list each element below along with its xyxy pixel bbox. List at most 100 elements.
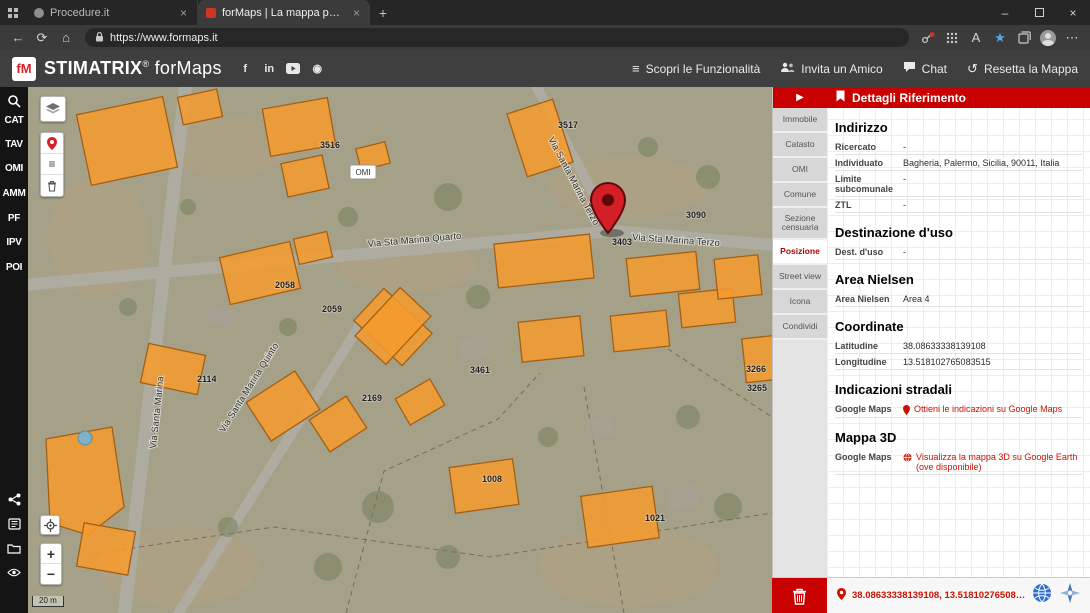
back-icon[interactable]: ← [7,27,29,48]
parcel-label: 3517 [558,120,578,130]
sidebar-item-tav[interactable]: TAV [0,139,28,150]
social-links: f in ◉ [238,61,325,76]
pin-tool-button[interactable] [41,133,63,154]
tab-actions-icon[interactable] [0,7,26,19]
detail-row: Ricercato - [835,139,1082,155]
building-footprint[interactable] [518,316,584,362]
compass-icon[interactable] [1060,583,1080,608]
browser-tab-procedure[interactable]: Procedure.it × [26,0,198,25]
folder-icon[interactable] [0,543,28,554]
window-controls: – × [988,0,1090,25]
parcel-label: 2169 [362,393,382,403]
favorite-star-icon[interactable]: ★ [989,27,1011,48]
sidebar-item-cat[interactable]: CAT [0,115,28,126]
tab-immobile[interactable]: Immobile [773,108,827,133]
browser-toolbar: ← ⟳ ⌂ https://www.formaps.it A ★ ⋯ [0,25,1090,50]
lock-icon [95,31,104,45]
maximize-button[interactable] [1022,0,1056,25]
browser-tab-formaps[interactable]: forMaps | La mappa per navigare × [198,0,370,25]
building-footprint[interactable] [494,234,594,288]
sidebar-item-omi[interactable]: OMI [0,163,28,174]
detail-row: ZTL - [835,197,1082,213]
building-footprint[interactable] [395,379,445,425]
search-icon[interactable] [0,94,28,108]
tab-condividi[interactable]: Condividi [773,315,827,340]
facebook-icon[interactable]: f [238,61,253,76]
sidebar-item-ipv[interactable]: IPV [0,237,28,248]
reset-icon: ↺ [967,61,978,77]
panel-collapse-button[interactable]: ▶ [773,87,827,108]
share-icon[interactable] [0,493,28,506]
tab-omi[interactable]: OMI [773,158,827,183]
sidebar-item-poi[interactable]: POI [0,262,28,273]
list-tool-button[interactable]: ≡ [41,154,63,175]
detail-row: Individuato Bagheria, Palermo, Sicilia, … [835,155,1082,171]
nav-chat[interactable]: Chat [903,61,947,76]
tab-icona[interactable]: Icona [773,290,827,315]
bookmark-icon [836,90,845,105]
delete-marker-button[interactable] [772,578,827,613]
tab-posizione[interactable]: Posizione [773,240,827,265]
building-footprint[interactable] [610,310,669,352]
tab-title: Procedure.it [50,7,172,19]
trash-tool-button[interactable] [41,175,63,196]
tab-sezione-censuaria[interactable]: Sezione censuaria [773,208,827,240]
building-footprint[interactable] [449,459,519,513]
section-title: Indicazioni stradali [835,382,1090,397]
home-icon[interactable]: ⌂ [55,27,77,48]
building-footprint[interactable] [626,251,700,296]
layers-control[interactable] [40,96,66,122]
building-footprint[interactable] [220,242,301,305]
parcel-label: 2058 [275,280,295,290]
sidebar-item-pf[interactable]: PF [0,213,28,224]
nav-scopri-funzionalita[interactable]: ≡ Scopri le Funzionalità [632,61,760,76]
tab-comune[interactable]: Comune [773,183,827,208]
building-footprint[interactable] [281,155,329,197]
sidebar-item-amm[interactable]: AMM [0,188,28,199]
aerial-map: Via Santa Marina Terzo Via Sta Marina Qu… [28,87,772,613]
formaps-logo[interactable]: fM [12,57,36,81]
tab-street-view[interactable]: Street view [773,265,827,290]
read-aloud-icon[interactable]: A [965,27,987,48]
zoom-in-button[interactable]: + [41,544,61,564]
address-bar[interactable]: https://www.formaps.it [85,28,909,47]
directions-link[interactable]: Ottieni le indicazioni su Google Maps [903,404,1062,415]
building-footprint[interactable] [714,255,762,299]
earth-3d-link[interactable]: Visualizza la mappa 3D su Google Earth (… [903,452,1082,472]
blog-circle-icon[interactable]: ◉ [310,61,325,76]
profile-avatar[interactable] [1037,27,1059,48]
eye-icon[interactable] [0,568,28,577]
browser-tab-bar: Procedure.it × forMaps | La mappa per na… [0,0,1090,25]
tab-catasto[interactable]: Catasto [773,133,827,158]
locate-control[interactable] [40,515,60,535]
zoom-control: + − [40,543,62,585]
linkedin-icon[interactable]: in [262,61,277,76]
omi-zone-label: OMI [350,165,376,179]
youtube-icon[interactable] [286,61,301,76]
building-footprint[interactable] [77,523,136,575]
pin-icon [837,587,846,605]
building-footprint[interactable] [309,396,367,452]
globe-icon[interactable] [1032,583,1052,608]
collections-icon[interactable] [1013,27,1035,48]
nav-invita-amico[interactable]: Invita un Amico [780,62,882,76]
panel-tab-strip: ▶ Immobile Catasto OMI Comune Sezione ce… [772,87,827,577]
close-button[interactable]: × [1056,0,1090,25]
tab-close-icon[interactable]: × [351,6,362,20]
parcel-label: 1008 [482,474,502,484]
building-footprint[interactable] [76,97,177,186]
settings-more-icon[interactable]: ⋯ [1061,27,1083,48]
building-footprint[interactable] [355,288,431,365]
section-title: Destinazione d'uso [835,225,1090,240]
building-footprint[interactable] [742,335,772,382]
tab-close-icon[interactable]: × [178,6,189,20]
zoom-out-button[interactable]: − [41,564,61,584]
password-key-icon[interactable] [917,27,939,48]
refresh-icon[interactable]: ⟳ [31,27,53,48]
new-tab-button[interactable]: + [370,5,396,21]
minimize-button[interactable]: – [988,0,1022,25]
map-canvas[interactable]: Via Santa Marina Terzo Via Sta Marina Qu… [28,87,772,613]
nav-resetta-mappa[interactable]: ↺ Resetta la Mappa [967,61,1078,77]
apps-grid-icon[interactable] [941,27,963,48]
book-icon[interactable] [0,518,28,530]
